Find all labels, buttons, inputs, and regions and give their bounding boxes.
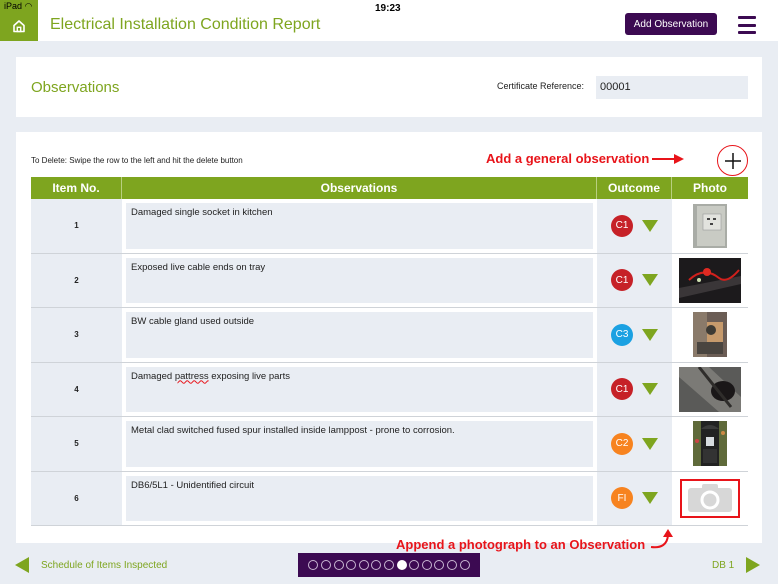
page-title: Observations [31, 79, 120, 96]
column-header-photo: Photo [693, 181, 727, 195]
outcome-badge: C3 [611, 323, 633, 346]
table-row[interactable]: 2 Exposed live cable ends on tray C1 [31, 253, 748, 308]
curved-arrow-up-icon [650, 529, 673, 549]
plus-icon [724, 152, 741, 169]
annotation-text: Append a photograph to an Observation [396, 537, 646, 552]
item-number: 4 [31, 362, 122, 416]
photo-cell[interactable] [672, 362, 748, 416]
observation-text: exposing live parts [208, 370, 290, 382]
outcome-badge: C1 [611, 378, 633, 401]
outcome-badge: C2 [611, 432, 633, 455]
page-dot[interactable] [384, 560, 394, 570]
status-carrier: iPad ◠ [4, 1, 32, 12]
carrier-label: iPad [4, 1, 23, 11]
observation-field[interactable]: Damaged single socket in kitchen [126, 203, 593, 249]
page-dot-active[interactable] [396, 560, 407, 570]
observation-field[interactable]: Metal clad switched fused spur installed… [126, 421, 593, 467]
menu-bar [738, 23, 756, 27]
wifi-icon: ◠ [24, 1, 33, 11]
outcome-dropdown-icon[interactable] [642, 274, 658, 287]
table-row[interactable]: 6 DB6/5L1 - Unidentified circuit FI [31, 471, 748, 526]
photo-cell[interactable] [672, 253, 748, 307]
annotation-add-general: Add a general observation [486, 151, 685, 166]
certificate-reference-field[interactable]: 00001 [596, 76, 748, 99]
page-dot[interactable] [371, 560, 382, 570]
section-header-card: Observations Certificate Reference: 0000… [16, 57, 762, 117]
page-dot[interactable] [308, 560, 319, 570]
column-header-outcome: Outcome [597, 177, 672, 199]
outcome-dropdown-icon[interactable] [642, 437, 658, 450]
page-dot[interactable] [446, 560, 457, 570]
pattress-photo[interactable] [679, 366, 741, 412]
outcome-badge: C1 [611, 269, 633, 292]
lamppost-photo[interactable] [693, 421, 727, 467]
table-row[interactable]: 3 BW cable gland used outside C3 [31, 308, 748, 363]
arrow-right-icon [652, 153, 685, 164]
observation-field[interactable]: BW cable gland used outside [126, 312, 593, 358]
annotation-text: Add a general observation [486, 151, 650, 166]
next-section-label: DB 1 [712, 559, 735, 571]
add-photo-button[interactable] [680, 478, 740, 518]
table-header: Item No. Observations Outcome Photo [31, 177, 748, 199]
photo-cell[interactable] [672, 308, 748, 362]
cable-gland-photo[interactable] [693, 312, 727, 358]
item-number: 5 [31, 417, 122, 471]
arrow-right-icon [746, 557, 761, 573]
outcome-badge: C1 [611, 214, 633, 237]
app-title: Electrical Installation Condition Report [50, 16, 321, 33]
outcome-dropdown-icon[interactable] [642, 383, 658, 396]
observation-text: Damaged [131, 370, 175, 382]
arrow-left-icon [15, 557, 29, 573]
page-dot[interactable] [421, 560, 432, 570]
outcome-badge: FI [611, 487, 633, 510]
status-time: 19:23 [375, 3, 401, 14]
observation-field[interactable]: DB6/5L1 - Unidentified circuit [126, 475, 593, 521]
home-icon [13, 20, 25, 33]
outcome-dropdown-icon[interactable] [642, 492, 658, 505]
item-number: 3 [31, 308, 122, 362]
item-number: 1 [31, 199, 122, 253]
table-row[interactable]: 1 Damaged single socket in kitchen C1 [31, 199, 748, 254]
page-dot[interactable] [333, 560, 344, 570]
certificate-reference-label: Certificate Reference: [497, 81, 585, 91]
item-number: 2 [31, 253, 122, 307]
photo-cell[interactable] [672, 471, 748, 525]
cable-tray-photo[interactable] [679, 257, 741, 303]
page-dot[interactable] [409, 560, 420, 570]
observations-card: To Delete: Swipe the row to the left and… [16, 132, 762, 552]
page-dot[interactable] [459, 560, 470, 570]
outcome-dropdown-icon[interactable] [642, 219, 658, 232]
page-dot[interactable] [434, 560, 445, 570]
page-indicator[interactable] [298, 553, 480, 577]
column-header-observations: Observations [122, 177, 597, 199]
menu-bar [738, 31, 756, 34]
observation-field[interactable]: Exposed live cable ends on tray [126, 257, 593, 303]
observations-table: Item No. Observations Outcome Photo 1 Da… [31, 177, 748, 526]
spelling-flagged-word: pattress [174, 370, 209, 382]
column-header-item: Item No. [31, 177, 122, 199]
socket-photo[interactable] [693, 203, 727, 248]
table-row[interactable]: 5 Metal clad switched fused spur install… [31, 417, 748, 472]
table-row[interactable]: 4 Damaged pattress exposing live parts C… [31, 362, 748, 417]
add-general-observation-button[interactable] [717, 145, 748, 176]
top-bar: iPad ◠ 19:23 Electrical Installation Con… [0, 0, 778, 41]
page-dot[interactable] [321, 560, 332, 570]
outcome-dropdown-icon[interactable] [642, 328, 658, 341]
item-number: 6 [31, 471, 122, 525]
page-dot[interactable] [346, 560, 357, 570]
page-dot[interactable] [358, 560, 369, 570]
observation-field[interactable]: Damaged pattress exposing live parts [126, 366, 593, 412]
previous-section-nav[interactable]: Schedule of Items Inspected [15, 557, 167, 573]
delete-hint: To Delete: Swipe the row to the left and… [31, 156, 243, 165]
annotation-append-photo: Append a photograph to an Observation [396, 529, 675, 553]
previous-section-label: Schedule of Items Inspected [41, 559, 168, 571]
next-section-nav[interactable]: DB 1 [712, 557, 761, 573]
photo-cell[interactable] [672, 417, 748, 471]
menu-bar [738, 16, 756, 19]
add-observation-button[interactable]: Add Observation [625, 13, 717, 35]
hamburger-menu-icon[interactable] [738, 16, 756, 34]
photo-cell[interactable] [672, 199, 748, 253]
camera-icon [688, 484, 732, 513]
